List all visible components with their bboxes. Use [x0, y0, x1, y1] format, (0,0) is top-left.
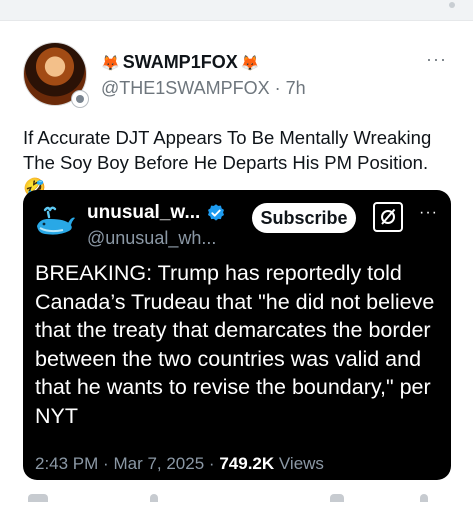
post-text: If Accurate DJT Appears To Be Mentally W…	[23, 127, 432, 198]
author-name[interactable]: 🦊 SWAMP1FOX 🦊	[101, 52, 259, 73]
embed-post-text: BREAKING: Trump has reportedly told Cana…	[35, 261, 435, 428]
verified-badge-icon	[208, 204, 225, 221]
separator-dot: ·	[208, 454, 215, 473]
quoted-post-card[interactable]: unusual_w... @unusual_wh... Subscribe ··…	[23, 190, 451, 480]
author-handle-row: @THE1SWAMPFOX · 7h	[101, 78, 306, 99]
separator-dot: ·	[103, 454, 109, 473]
post[interactable]: 🦊 SWAMP1FOX 🦊 @THE1SWAMPFOX · 7h ··· If …	[0, 22, 473, 502]
embed-more-options-button[interactable]: ···	[419, 204, 438, 222]
subscribe-button[interactable]: Subscribe	[252, 203, 356, 233]
action-bar	[0, 494, 473, 506]
post-time[interactable]: 7h	[286, 78, 306, 98]
author-handle[interactable]: @THE1SWAMPFOX	[101, 78, 270, 98]
partial-icon	[449, 2, 455, 8]
embed-display-name: unusual_w...	[87, 202, 201, 223]
grok-icon[interactable]	[373, 202, 403, 232]
previous-post-divider	[0, 0, 473, 21]
embed-author-handle[interactable]: @unusual_wh...	[87, 228, 216, 249]
whale-icon	[37, 206, 75, 235]
embed-date[interactable]: Mar 7, 2025	[113, 454, 204, 473]
repost-icon[interactable]	[150, 494, 158, 502]
grok-symbol	[381, 208, 396, 225]
affiliate-badge-icon	[71, 90, 89, 108]
share-icon[interactable]	[420, 494, 428, 502]
views-label: Views	[278, 454, 324, 473]
more-options-button[interactable]: ···	[426, 49, 447, 70]
embed-author-name[interactable]: unusual_w...	[87, 202, 226, 224]
like-icon[interactable]	[330, 494, 344, 502]
embed-time[interactable]: 2:43 PM	[35, 454, 98, 473]
reply-icon[interactable]	[28, 494, 48, 502]
separator-dot: ·	[274, 78, 281, 98]
fox-emoji-right: 🦊	[240, 54, 260, 72]
fox-emoji-left: 🦊	[101, 54, 120, 72]
embed-meta: 2:43 PM · Mar 7, 2025 · 749.2K Views	[35, 454, 324, 474]
display-name: SWAMP1FOX	[122, 52, 238, 72]
views-count: 749.2K	[219, 454, 275, 473]
